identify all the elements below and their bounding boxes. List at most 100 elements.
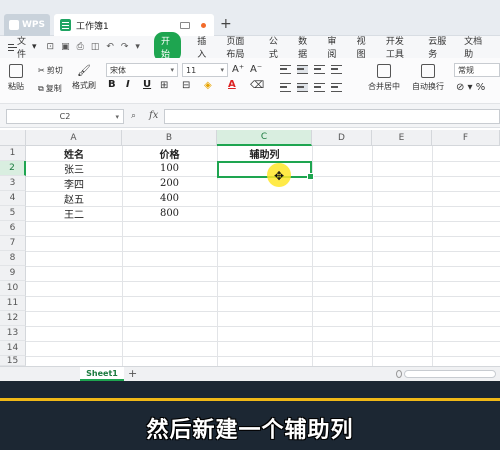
tab-workbook[interactable]: 工作簿1 (54, 14, 214, 36)
cell-a5[interactable]: 王二 (26, 206, 122, 221)
font-color-button[interactable]: A (228, 79, 236, 90)
row-header-5[interactable]: 5 (0, 206, 26, 221)
align-top-icon[interactable] (280, 65, 291, 74)
formula-bar: C2 ▾ ⌕ fx (0, 104, 500, 128)
cell-a3[interactable]: 李四 (26, 176, 122, 191)
column-header-b[interactable]: B (122, 130, 217, 146)
paste-button[interactable]: 粘贴 (8, 64, 24, 92)
save-icon[interactable]: ▣ (61, 42, 70, 52)
row-header-15[interactable]: 15 (0, 356, 26, 366)
chevron-down-icon: ▾ (115, 112, 119, 121)
row-header-13[interactable]: 13 (0, 326, 26, 341)
column-header-d[interactable]: D (312, 130, 372, 146)
font-name-select[interactable]: 宋体 ▾ (106, 63, 178, 77)
font-size-select[interactable]: 11 ▾ (182, 63, 228, 77)
row-header-11[interactable]: 11 (0, 296, 26, 311)
open-icon[interactable]: ⊡ (47, 42, 55, 52)
row-header-14[interactable]: 14 (0, 341, 26, 356)
customize-chevron-icon[interactable]: ▾ (135, 42, 140, 52)
align-right-icon[interactable] (314, 83, 325, 92)
row-header-1[interactable]: 1 (0, 146, 26, 161)
merge-center-button[interactable]: 合并居中 (368, 64, 400, 92)
fx-icon[interactable]: fx (149, 110, 158, 121)
name-box[interactable]: C2 ▾ (6, 109, 124, 124)
formula-input[interactable] (164, 109, 500, 124)
menu-item-insert[interactable]: 插入 (197, 34, 210, 60)
copy-button[interactable]: ⧉ 复制 (38, 83, 62, 94)
cell-b2[interactable]: 100 (122, 161, 217, 176)
menu-item-cloud[interactable]: 云服务 (428, 34, 448, 60)
cell-b4[interactable]: 400 (122, 191, 217, 206)
horizontal-scrollbar[interactable] (404, 370, 496, 378)
row-header-7[interactable]: 7 (0, 236, 26, 251)
cell-a2[interactable]: 张三 (26, 161, 122, 176)
row-header-4[interactable]: 4 (0, 191, 26, 206)
sheet-tab-sheet1[interactable]: Sheet1 (80, 367, 124, 381)
align-center-icon[interactable] (297, 83, 308, 92)
cell-b1[interactable]: 价格 (122, 146, 217, 161)
new-tab-button[interactable]: + (220, 16, 232, 32)
cell-a4[interactable]: 赵五 (26, 191, 122, 206)
active-cell-c2[interactable] (217, 161, 314, 180)
gridline (26, 356, 500, 357)
add-sheet-button[interactable]: + (128, 367, 137, 380)
undo-icon[interactable]: ↶ (106, 42, 114, 52)
chevron-down-icon: ▾ (32, 42, 37, 52)
cell-a1[interactable]: 姓名 (26, 146, 122, 161)
fill-color-icon[interactable]: ◈ (204, 80, 212, 91)
align-bottom-icon[interactable] (314, 65, 325, 74)
cut-button[interactable]: ✂ 剪切 (38, 65, 63, 76)
percent-style-icon[interactable]: ⊘ ▾ % (456, 82, 485, 93)
zoom-search-icon[interactable]: ⌕ (131, 111, 136, 121)
row-header-10[interactable]: 10 (0, 281, 26, 296)
align-middle-icon[interactable] (297, 65, 308, 74)
justify-icon[interactable] (331, 83, 342, 92)
shrink-font-button[interactable]: A⁻ (250, 64, 262, 75)
title-tab-bar: WPS 工作簿1 + (0, 0, 500, 36)
row-header-3[interactable]: 3 (0, 176, 26, 191)
file-menu[interactable]: 文件 ▾ (8, 34, 37, 60)
bold-button[interactable]: B (108, 79, 116, 90)
column-header-f[interactable]: F (432, 130, 500, 146)
cell-c1[interactable]: 辅助列 (217, 146, 312, 161)
row-header-8[interactable]: 8 (0, 251, 26, 266)
menu-item-formulas[interactable]: 公式 (269, 34, 282, 60)
row-header-2[interactable]: 2 (0, 161, 26, 176)
row-header-9[interactable]: 9 (0, 266, 26, 281)
spreadsheet-grid[interactable]: A B C D E F 1 2 3 4 5 6 7 8 9 10 11 12 1… (0, 130, 500, 366)
cell-style-icon[interactable]: ⊟ (182, 80, 190, 91)
preview-icon[interactable]: ◫ (91, 42, 100, 52)
format-painter-button[interactable]: 🖌 格式刷 (72, 64, 96, 91)
merge-label: 合并居中 (368, 82, 400, 91)
row-header-6[interactable]: 6 (0, 221, 26, 236)
orientation-icon[interactable] (331, 65, 342, 74)
column-header-c[interactable]: C (217, 130, 312, 146)
clear-format-icon[interactable]: ⌫ (250, 80, 264, 91)
menu-item-developer[interactable]: 开发工具 (386, 34, 412, 60)
number-format-select[interactable]: 常规 (454, 63, 500, 77)
select-all-corner[interactable] (0, 130, 26, 146)
column-header-e[interactable]: E (372, 130, 432, 146)
column-header-a[interactable]: A (26, 130, 122, 146)
italic-button[interactable]: I (126, 79, 130, 90)
video-caption: 然后新建一个辅助列 (146, 418, 354, 443)
borders-icon[interactable]: ⊞ (160, 80, 168, 91)
tab-wps-home[interactable]: WPS (4, 14, 50, 36)
menu-item-data[interactable]: 数据 (298, 34, 311, 60)
menu-item-review[interactable]: 审阅 (327, 34, 340, 60)
scroll-left-button[interactable] (396, 370, 402, 378)
cell-b3[interactable]: 200 (122, 176, 217, 191)
row-header-12[interactable]: 12 (0, 311, 26, 326)
underline-button[interactable]: U (143, 79, 151, 90)
menu-item-view[interactable]: 视图 (357, 34, 370, 60)
menu-item-page-layout[interactable]: 页面布局 (226, 34, 252, 60)
monitor-icon[interactable] (180, 21, 190, 29)
align-left-icon[interactable] (280, 83, 291, 92)
menu-item-doc-assist[interactable]: 文档助 (464, 34, 484, 60)
cell-b5[interactable]: 800 (122, 206, 217, 221)
redo-icon[interactable]: ↷ (121, 42, 129, 52)
wrap-text-button[interactable]: 自动换行 (412, 64, 444, 92)
gridline (217, 146, 218, 366)
grow-font-button[interactable]: A⁺ (232, 64, 244, 75)
print-icon[interactable]: ⎙ (77, 42, 84, 52)
